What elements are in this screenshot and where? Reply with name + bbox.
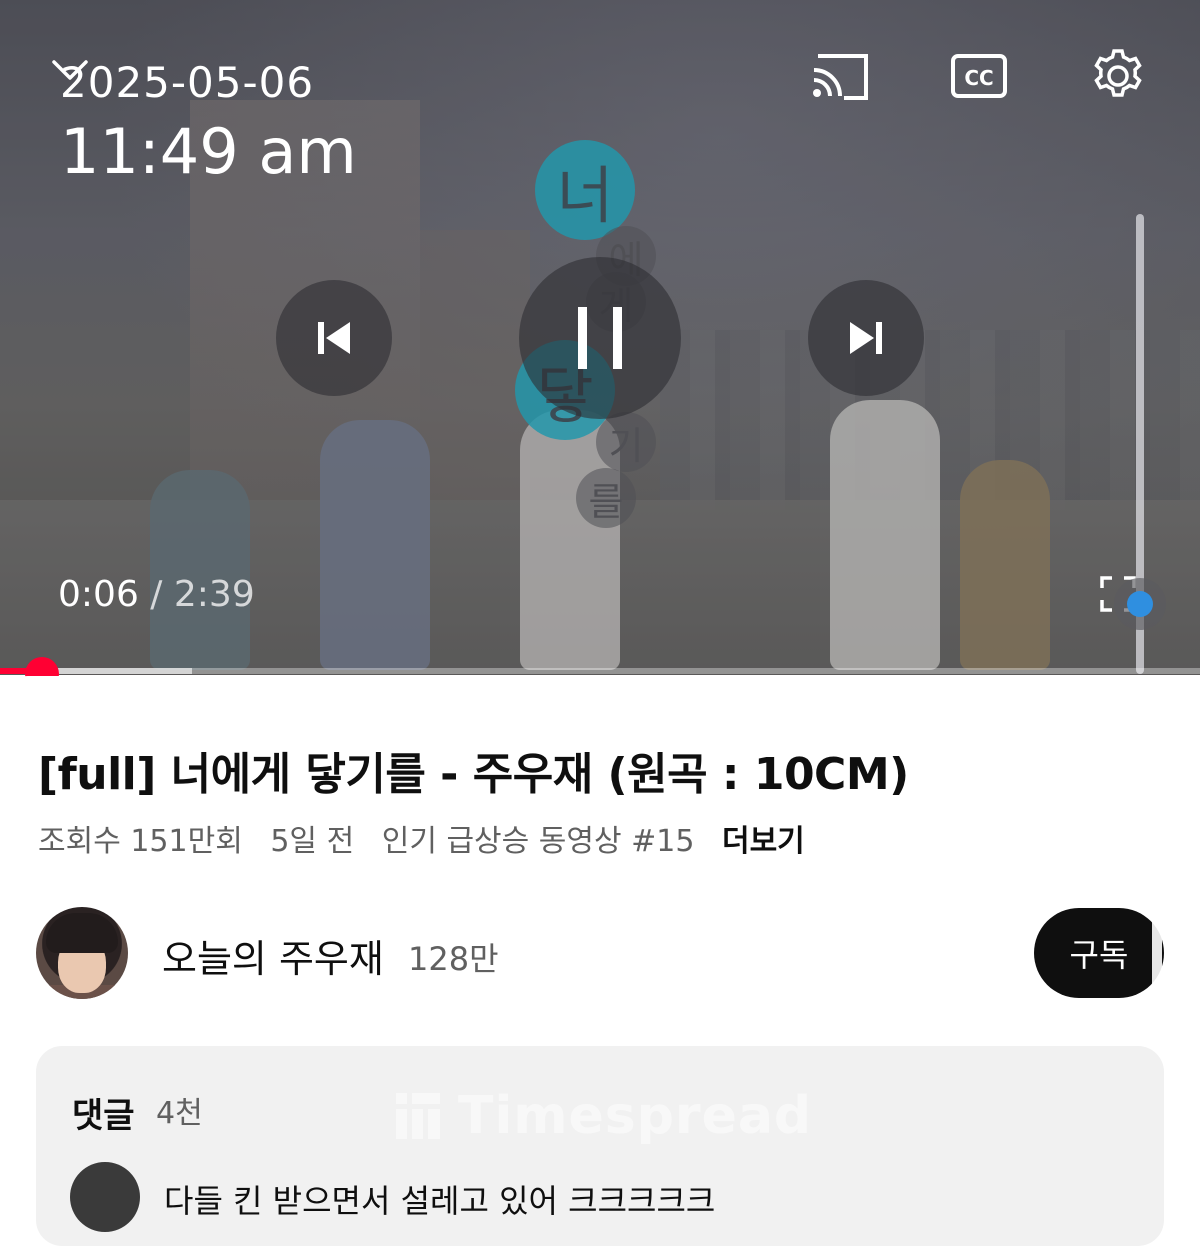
time-display: 0:06 / 2:39 xyxy=(58,574,255,615)
comments-label: 댓글 xyxy=(72,1096,135,1136)
time-separator: / xyxy=(150,574,163,615)
overlay-date: 2025-05-06 xyxy=(60,58,315,107)
video-meta[interactable]: 조회수 151만회 5일 전 인기 급상승 동영상 #15 더보기 xyxy=(38,816,823,860)
pause-button[interactable] xyxy=(519,257,681,419)
scroll-handle-dot xyxy=(1127,591,1153,617)
skip-next-icon xyxy=(850,322,882,354)
gear-icon[interactable] xyxy=(1086,48,1150,104)
subscribe-button[interactable]: 구독 xyxy=(1034,908,1164,998)
subscribe-edge xyxy=(1152,916,1162,990)
video-title[interactable]: [full] 너에게 닿기를 - 주우재 (원곡 : 10CM) xyxy=(38,738,909,802)
skip-previous-icon xyxy=(318,322,350,354)
avatar-hair xyxy=(46,913,118,953)
comment-preview: 다들 킨 받으면서 설레고 있어 크크크크크 xyxy=(164,1182,716,1220)
cast-icon[interactable] xyxy=(808,48,872,104)
commenter-avatar xyxy=(70,1162,140,1232)
cc-icon[interactable]: CC xyxy=(948,48,1012,104)
comments-panel[interactable]: 댓글 4천 Timespread 다들 킨 받으면서 설레고 있어 크크크크크 xyxy=(36,1046,1164,1246)
channel-avatar[interactable] xyxy=(36,907,128,999)
view-count: 조회수 151만회 xyxy=(38,824,243,859)
current-time: 0:06 xyxy=(58,574,139,615)
pause-icon xyxy=(578,307,622,369)
watermark-text: Timespread xyxy=(458,1086,813,1146)
trending-rank: 인기 급상승 동영상 #15 xyxy=(381,824,695,859)
more-link[interactable]: 더보기 xyxy=(722,824,805,859)
lyric-char: 기 xyxy=(596,412,656,472)
comments-count: 4천 xyxy=(156,1096,203,1131)
timestamp-overlay: 2025-05-06 11:49 am xyxy=(60,58,357,188)
channel-name[interactable]: 오늘의 주우재 xyxy=(162,928,384,983)
lyric-char: 를 xyxy=(576,468,636,528)
overlay-time: 11:49 am xyxy=(60,115,357,188)
svg-text:CC: CC xyxy=(964,66,993,90)
next-button[interactable] xyxy=(808,280,924,396)
previous-button[interactable] xyxy=(276,280,392,396)
subscribe-label: 구독 xyxy=(1069,936,1129,974)
scroll-handle[interactable] xyxy=(1114,578,1166,630)
duration: 2:39 xyxy=(173,574,255,615)
upload-age: 5일 전 xyxy=(270,824,355,859)
lyric-char: 너 xyxy=(535,140,635,240)
watermark: Timespread xyxy=(396,1086,812,1146)
subscriber-count: 128만 xyxy=(408,940,499,978)
progress-bar[interactable] xyxy=(0,668,1200,674)
watermark-logo-icon xyxy=(396,1093,440,1139)
video-player[interactable]: 너 에 게 닿 기 를 2025-05-06 11:49 am CC xyxy=(0,0,1200,675)
